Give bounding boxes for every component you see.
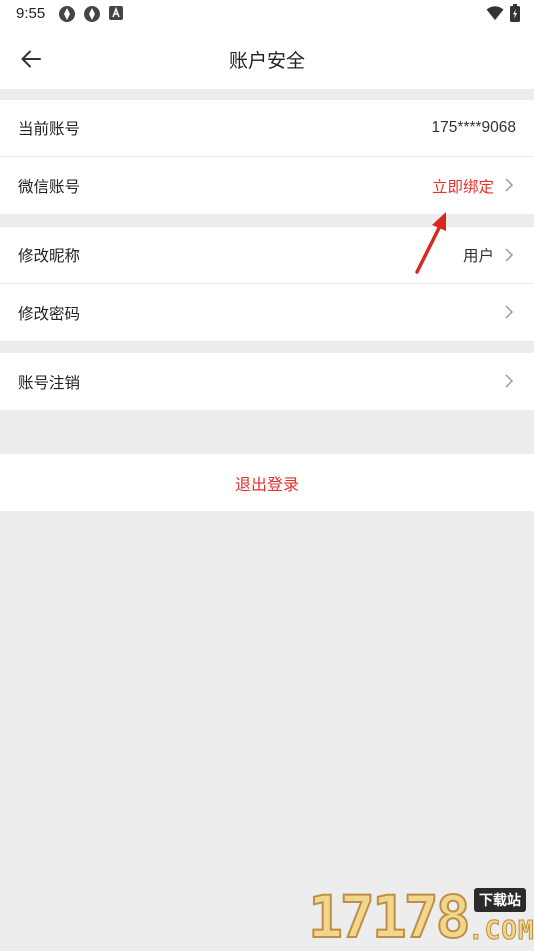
- wifi-icon: [486, 6, 504, 20]
- status-bar: 9:55: [0, 0, 534, 28]
- watermark-logo: 17178 下载站 .COM: [307, 883, 534, 951]
- chevron-right-icon: [505, 178, 514, 192]
- current-account-label: 当前账号: [18, 120, 81, 138]
- logout-label: 退出登录: [234, 474, 299, 494]
- watermark-digits: 17178: [307, 883, 472, 951]
- account-section: 当前账号 175****9068 微信账号 立即绑定: [0, 100, 534, 214]
- watermark-domain: .COM: [468, 916, 534, 947]
- nickname-value: 用户: [462, 248, 494, 265]
- navigation-bar: 账户安全: [0, 28, 534, 89]
- modify-password-label: 修改密码: [18, 304, 81, 323]
- page-title: 账户安全: [228, 50, 305, 72]
- current-account-value: 175****9068: [431, 119, 516, 136]
- account-cancel-label: 账号注销: [18, 373, 81, 392]
- app-notification-icon: [84, 6, 100, 22]
- bind-wechat-link[interactable]: 立即绑定: [432, 175, 494, 197]
- annotation-arrow-icon: [415, 212, 446, 274]
- account-cancel-row[interactable]: 账号注销: [0, 353, 534, 410]
- system-icons: [486, 4, 520, 22]
- wechat-account-label: 微信账号: [18, 177, 81, 196]
- modify-nickname-label: 修改昵称: [18, 247, 81, 265]
- app-a-icon: [109, 6, 123, 20]
- notification-icons: [58, 5, 124, 23]
- logout-button[interactable]: 退出登录: [0, 454, 534, 511]
- app-notification-icon: [59, 6, 75, 22]
- cancel-section: 账号注销: [0, 353, 534, 410]
- modify-password-row[interactable]: 修改密码: [0, 284, 534, 341]
- chevron-right-icon: [505, 374, 514, 388]
- chevron-right-icon: [505, 305, 514, 319]
- current-account-row: 当前账号 175****9068: [0, 100, 534, 157]
- status-time: 9:55: [16, 5, 46, 22]
- watermark-badge: 下载站: [474, 888, 526, 912]
- battery-icon: [510, 4, 520, 22]
- chevron-right-icon: [505, 248, 514, 262]
